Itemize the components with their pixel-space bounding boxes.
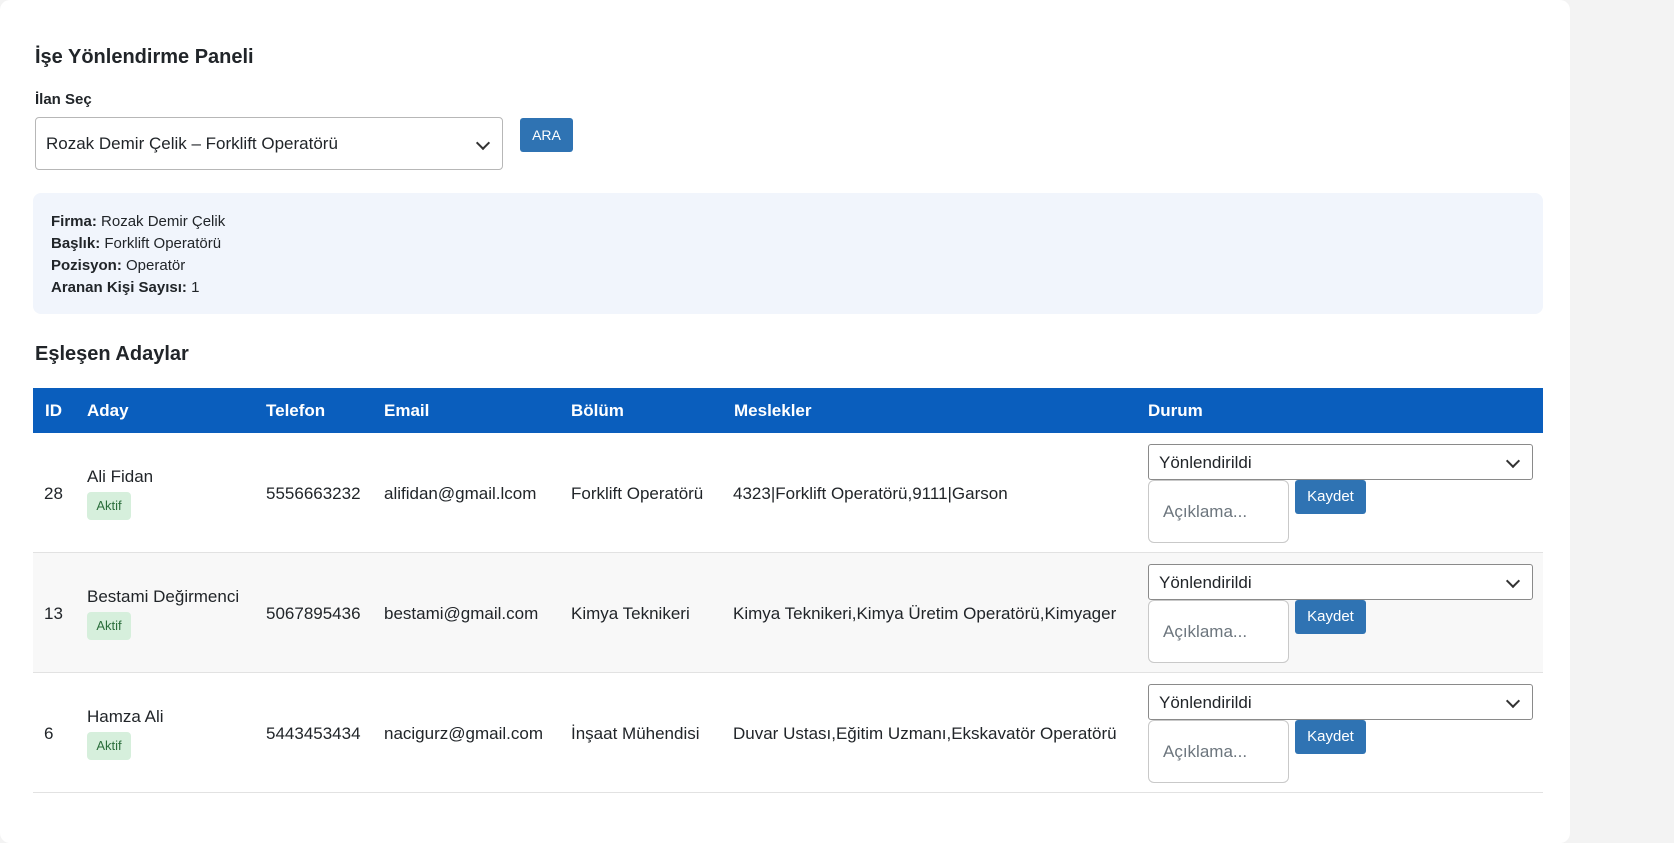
- candidates-title: Eşleşen Adaylar: [35, 343, 189, 365]
- candidate-name: Hamza Ali: [87, 707, 164, 726]
- info-firma-value: Rozak Demir Çelik: [101, 213, 226, 230]
- column-header-bolum: Bölüm: [571, 401, 624, 420]
- panel-card: İşe Yönlendirme Paneli İlan Seç Rozak De…: [0, 0, 1570, 843]
- candidate-professions: Kimya Teknikeri,Kimya Üretim Operatörü,K…: [733, 604, 1117, 623]
- candidate-professions: 4323|Forklift Operatörü,9111|Garson: [733, 484, 1008, 503]
- info-baslik: Başlık: Forklift Operatörü: [51, 235, 221, 252]
- candidate-name: Bestami Değirmenci: [87, 587, 240, 606]
- candidate-id: 13: [44, 604, 63, 623]
- candidate-phone: 5443453434: [266, 724, 361, 743]
- note-input[interactable]: [1148, 600, 1289, 663]
- info-kisi-sayisi: Aranan Kişi Sayısı: 1: [51, 279, 199, 296]
- status-select[interactable]: Yönlendirildi: [1148, 684, 1533, 720]
- column-header-email: Email: [384, 401, 430, 420]
- candidate-id: 6: [44, 724, 54, 743]
- candidate-department: Forklift Operatörü: [571, 484, 704, 503]
- status-badge: Aktif: [87, 492, 131, 520]
- column-header-meslekler: Meslekler: [734, 401, 812, 420]
- save-button[interactable]: Kaydet: [1295, 480, 1366, 514]
- status-select-value: Yönlendirildi: [1159, 573, 1252, 592]
- status-select[interactable]: Yönlendirildi: [1148, 564, 1533, 600]
- candidate-phone: 5067895436: [266, 604, 361, 623]
- listing-select-label: İlan Seç: [35, 91, 92, 108]
- chevron-down-icon: [1505, 453, 1521, 469]
- info-firma-label: Firma:: [51, 213, 97, 230]
- info-pozisyon: Pozisyon: Operatör: [51, 257, 185, 274]
- chevron-down-icon: [475, 135, 491, 151]
- candidate-email: bestami@gmail.com: [384, 604, 539, 623]
- save-button[interactable]: Kaydet: [1295, 600, 1366, 634]
- candidate-department: Kimya Teknikeri: [571, 604, 690, 623]
- status-select-value: Yönlendirildi: [1159, 453, 1252, 472]
- column-header-telefon: Telefon: [266, 401, 326, 420]
- note-input[interactable]: [1148, 480, 1289, 543]
- listing-select-value: Rozak Demir Çelik – Forklift Operatörü: [46, 134, 338, 153]
- table-row: 6 Hamza Ali Aktif 5443453434 nacigurz@gm…: [33, 673, 1543, 793]
- note-input[interactable]: [1148, 720, 1289, 783]
- info-baslik-label: Başlık:: [51, 235, 101, 252]
- listing-select[interactable]: Rozak Demir Çelik – Forklift Operatörü: [35, 117, 503, 170]
- page-title: İşe Yönlendirme Paneli: [35, 46, 254, 68]
- info-baslik-value: Forklift Operatörü: [104, 235, 222, 252]
- info-pozisyon-label: Pozisyon:: [51, 257, 122, 274]
- candidate-name: Ali Fidan: [87, 467, 154, 486]
- listing-info-box: Firma: Rozak Demir Çelik Başlık: Forklif…: [33, 193, 1543, 314]
- table-row: 13 Bestami Değirmenci Aktif 5067895436 b…: [33, 553, 1543, 673]
- status-select[interactable]: Yönlendirildi: [1148, 444, 1533, 480]
- chevron-down-icon: [1505, 573, 1521, 589]
- info-firma: Firma: Rozak Demir Çelik: [51, 213, 225, 230]
- chevron-down-icon: [1505, 693, 1521, 709]
- candidate-id: 28: [44, 484, 63, 503]
- candidate-professions: Duvar Ustası,Eğitim Uzmanı,Ekskavatör Op…: [733, 724, 1117, 743]
- status-badge: Aktif: [87, 732, 131, 760]
- status-select-value: Yönlendirildi: [1159, 693, 1252, 712]
- save-button[interactable]: Kaydet: [1295, 720, 1366, 754]
- candidate-email: nacigurz@gmail.com: [384, 724, 543, 743]
- info-pozisyon-value: Operatör: [126, 257, 186, 274]
- column-header-durum: Durum: [1148, 401, 1203, 420]
- search-button[interactable]: ARA: [520, 118, 573, 152]
- column-header-id: ID: [45, 401, 62, 420]
- candidate-phone: 5556663232: [266, 484, 361, 503]
- column-header-aday: Aday: [87, 401, 129, 420]
- info-kisi-value: 1: [191, 279, 200, 296]
- status-badge: Aktif: [87, 612, 131, 640]
- candidate-email: alifidan@gmail.lcom: [384, 484, 537, 503]
- info-kisi-label: Aranan Kişi Sayısı:: [51, 279, 187, 296]
- table-header: ID Aday Telefon Email Bölüm Meslekler Du…: [33, 388, 1543, 433]
- table-row: 28 Ali Fidan Aktif 5556663232 alifidan@g…: [33, 433, 1543, 553]
- candidate-department: İnşaat Mühendisi: [571, 724, 700, 743]
